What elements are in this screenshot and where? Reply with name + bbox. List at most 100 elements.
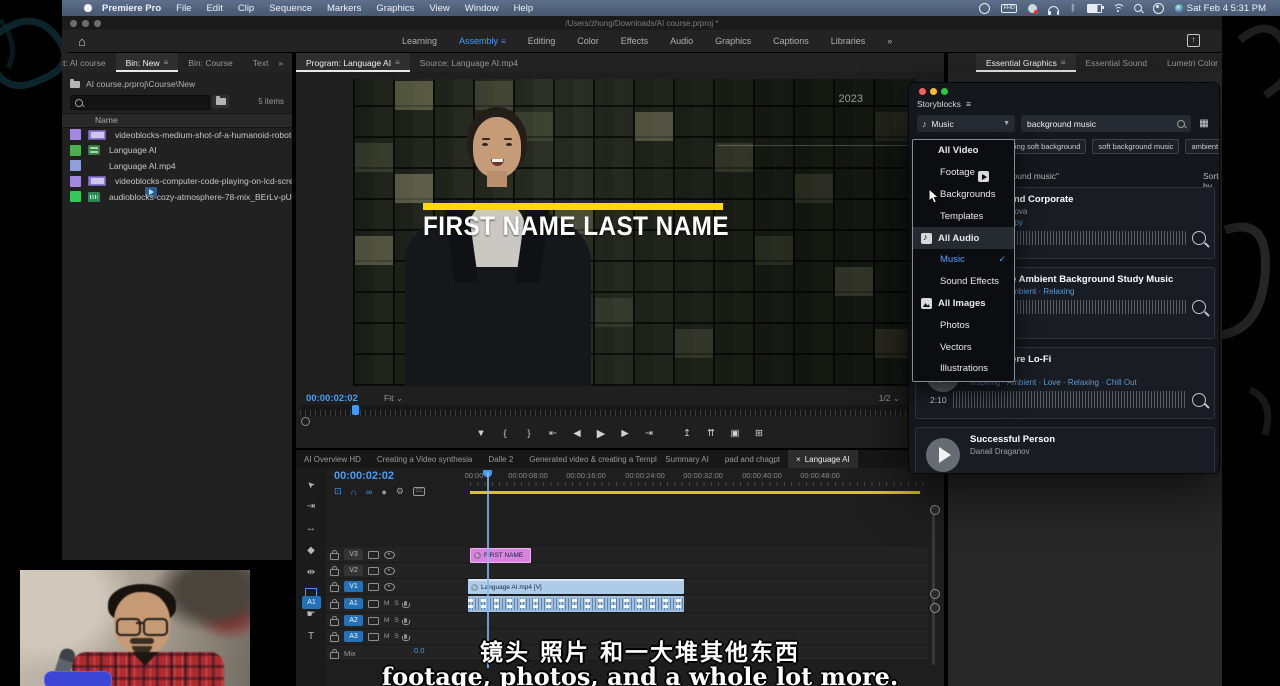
export-frame-button[interactable]: ▣ [730, 428, 740, 439]
program-playhead[interactable] [352, 405, 359, 415]
view-toggle-icon[interactable]: ▦ [1197, 115, 1211, 132]
zoom-window-button[interactable] [941, 88, 948, 95]
spotlight-icon[interactable] [1134, 4, 1142, 12]
music-result-item[interactable]: Successful Person Danail Draganov [915, 427, 1215, 474]
panel-menu-icon[interactable]: ≡ [164, 58, 169, 67]
menu-edit[interactable]: Edit [206, 3, 222, 14]
label-color-swatch[interactable] [70, 160, 81, 171]
menu-premiere-pro[interactable]: Premiere Pro [102, 3, 161, 14]
hand-tool[interactable]: ☛ [304, 608, 318, 621]
sequence-tab[interactable]: AI Overview HD [296, 455, 369, 464]
suggestion-chip[interactable]: ambient [1185, 139, 1220, 154]
workspace-tab-audio[interactable]: Audio [670, 36, 693, 46]
mark-out-button[interactable]: } [524, 428, 534, 439]
voiceover-record-icon[interactable] [404, 618, 407, 623]
track-header-a2[interactable]: A2 M S [330, 613, 407, 628]
find-similar-icon[interactable] [1192, 393, 1206, 407]
sync-lock-icon[interactable] [368, 567, 379, 575]
go-to-in-button[interactable]: ⇤ [548, 428, 558, 439]
sequence-tab-active[interactable]: × Language AI [788, 450, 858, 468]
step-forward-button[interactable]: ▶ [620, 428, 630, 439]
label-color-swatch[interactable] [70, 145, 81, 156]
menu-file[interactable]: File [176, 3, 191, 14]
share-export-icon[interactable]: ↑ [1187, 34, 1200, 47]
wifi-icon[interactable] [1113, 4, 1123, 12]
storyblocks-tab[interactable]: Storyblocks≡ [917, 99, 971, 109]
project-search-input[interactable] [70, 95, 210, 110]
find-similar-icon[interactable] [1192, 300, 1206, 314]
dropdown-item-templates[interactable]: Templates [913, 205, 1014, 227]
fhd-badge-icon[interactable]: FHD [1001, 4, 1017, 13]
new-bin-button[interactable] [212, 95, 229, 108]
project-row[interactable]: Language AI.mp4 [62, 158, 292, 174]
snap-icon[interactable]: ∩ [351, 487, 357, 497]
lock-icon[interactable] [330, 553, 339, 560]
menu-clock[interactable]: Sat Feb 4 5:31 PM [1187, 3, 1266, 14]
solo-button[interactable]: S [394, 600, 398, 607]
panel-menu-icon[interactable]: ≡ [501, 37, 506, 46]
menu-window[interactable]: Window [465, 3, 499, 14]
button-editor-button[interactable]: ⊞ [754, 428, 764, 439]
workspace-tab-captions[interactable]: Captions [773, 36, 809, 46]
program-scrubber[interactable] [300, 405, 940, 416]
dropdown-item-music[interactable]: Music ✓ [913, 249, 1014, 271]
menu-graphics[interactable]: Graphics [376, 3, 414, 14]
workspace-tab-effects[interactable]: Effects [621, 36, 648, 46]
scroll-knob[interactable] [930, 589, 940, 599]
workspace-overflow-chevron[interactable]: » [887, 36, 892, 46]
tab-essential-graphics[interactable]: Essential Graphics≡ [976, 53, 1076, 72]
track-visibility-icon[interactable] [384, 583, 395, 591]
scroll-knob[interactable] [930, 505, 940, 515]
tab-project-ai-course[interactable]: Project: AI course [62, 53, 116, 72]
mute-button[interactable]: M [384, 600, 389, 607]
menu-markers[interactable]: Markers [327, 3, 361, 14]
headphones-icon[interactable] [1048, 6, 1059, 13]
track-visibility-icon[interactable] [384, 567, 395, 575]
breadcrumb[interactable]: AI course.prproj\Course\New [70, 79, 195, 89]
display-icon[interactable] [979, 3, 990, 14]
add-marker-icon[interactable]: ● [381, 487, 386, 497]
label-color-swatch[interactable] [70, 191, 81, 202]
lock-icon[interactable] [330, 602, 339, 609]
close-tab-icon[interactable]: × [796, 455, 801, 464]
slip-tool[interactable]: ⇹ [304, 566, 318, 579]
lock-icon[interactable] [330, 569, 339, 576]
bluetooth-icon[interactable]: ᛒ [1070, 4, 1075, 13]
sync-lock-icon[interactable] [368, 583, 379, 591]
tab-source-monitor[interactable]: Source: Language AI.mp4 [410, 53, 528, 72]
lock-icon[interactable] [330, 585, 339, 592]
label-color-swatch[interactable] [70, 176, 81, 187]
voiceover-record-icon[interactable] [404, 601, 407, 606]
track-header-v2[interactable]: V2 [330, 563, 395, 578]
dropdown-item-all-video[interactable]: All Video [913, 140, 1014, 162]
project-row[interactable]: videoblocks-medium-shot-of-a-humanoid-ro… [62, 127, 292, 143]
apple-icon[interactable] [84, 4, 92, 12]
clip-language-ai-video[interactable]: fx Language AI.mp4 [V] [468, 579, 684, 594]
play-button[interactable]: ▶ [596, 427, 606, 440]
user-switch-icon[interactable] [1153, 3, 1164, 14]
play-icon[interactable] [926, 438, 960, 472]
media-type-select[interactable]: ♪ Music ▼ [917, 115, 1015, 132]
program-video-frame[interactable]: 2023 FIRST NAME LAST NAME [353, 79, 915, 386]
track-header-v3[interactable]: V3 [330, 547, 395, 562]
timeline-timecode[interactable]: 00:00:02:02 [334, 470, 394, 482]
sequence-tab[interactable]: Dalle 2 [480, 455, 521, 464]
find-similar-icon[interactable] [1192, 231, 1206, 245]
tab-essential-sound[interactable]: Essential Sound [1076, 53, 1157, 72]
menu-view[interactable]: View [429, 3, 449, 14]
mark-in-button[interactable]: { [500, 428, 510, 439]
timeline-settings-icon[interactable]: ⚙ [396, 486, 404, 497]
captions-icon[interactable]: CC [413, 487, 425, 496]
tab-bin-course[interactable]: Bin: Course [178, 53, 242, 72]
scroll-knob[interactable] [930, 603, 940, 613]
home-icon[interactable]: ⌂ [78, 34, 86, 49]
ripple-edit-tool[interactable]: ↔ [304, 522, 318, 535]
track-header-a1[interactable]: A1 M S [330, 596, 407, 611]
project-list-header[interactable]: Name [62, 113, 292, 128]
work-area-bar[interactable] [470, 491, 920, 494]
zoom-level-select[interactable]: Fit ⌄ [384, 393, 403, 404]
sequence-tab[interactable]: Creating a Video synthesia [369, 455, 480, 464]
menu-clip[interactable]: Clip [238, 3, 254, 14]
workspace-tab-editing[interactable]: Editing [528, 36, 556, 46]
menu-sequence[interactable]: Sequence [269, 3, 312, 14]
